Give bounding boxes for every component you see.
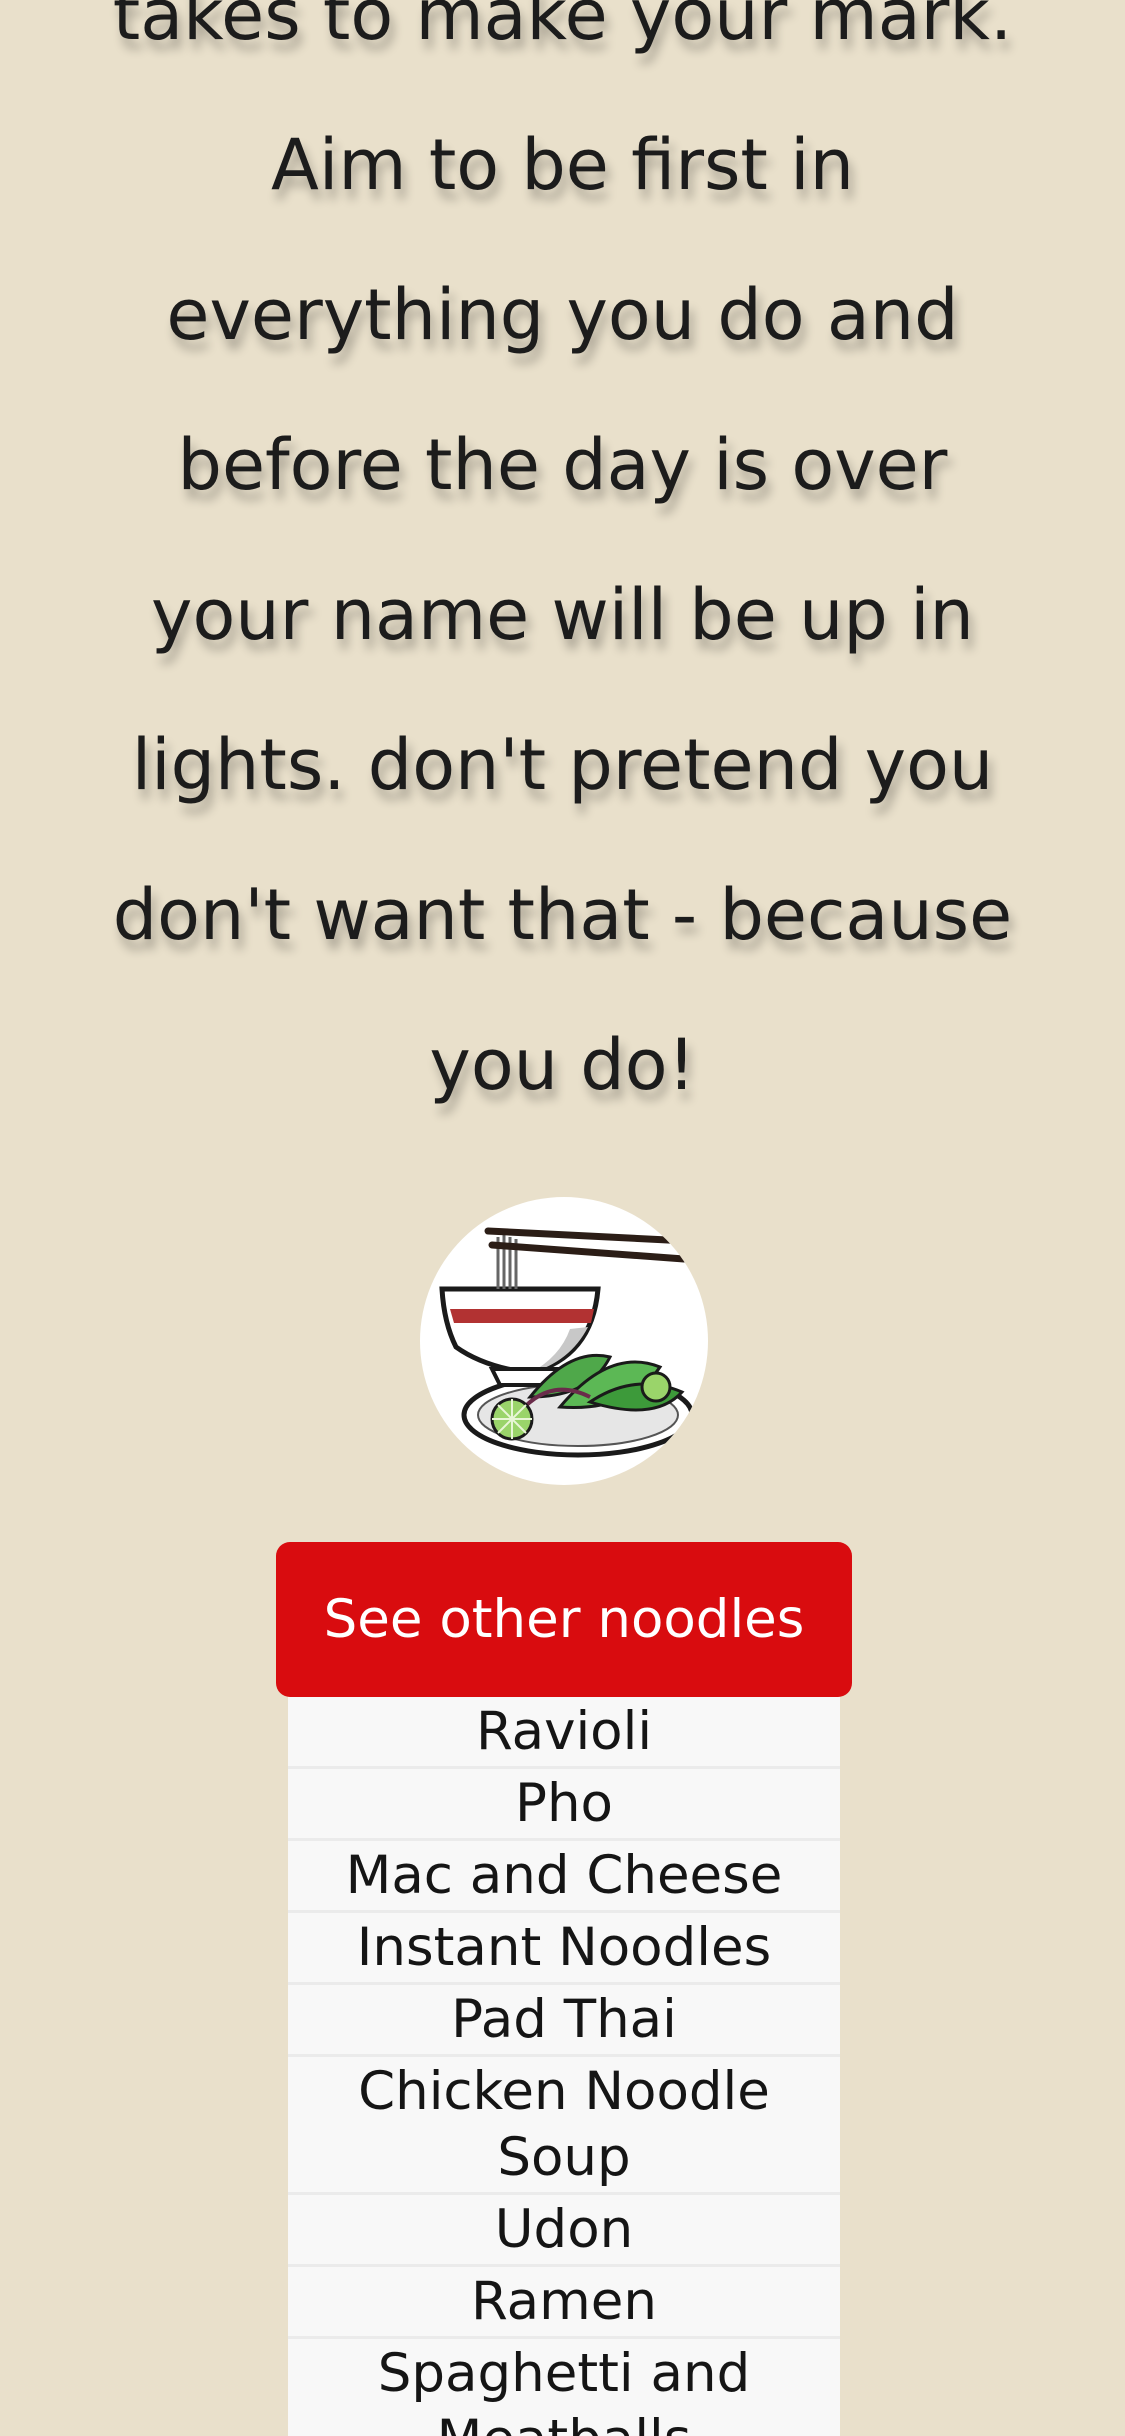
quote-line: your name will be up in (151, 574, 974, 656)
menu-item-instant-noodles[interactable]: Instant Noodles (288, 1913, 840, 1985)
quote-line: don't want that - because (112, 874, 1013, 956)
quote-line: takes to make your mark. (112, 0, 1013, 56)
noodle-menu: Ravioli Pho Mac and Cheese Instant Noodl… (288, 1697, 840, 2436)
menu-item-ravioli[interactable]: Ravioli (288, 1697, 840, 1769)
quote-line: before the day is over (177, 424, 948, 506)
menu-item-ramen[interactable]: Ramen (288, 2267, 840, 2339)
quote-line: lights. don't pretend you (131, 724, 994, 806)
menu-item-pad-thai[interactable]: Pad Thai (288, 1985, 840, 2057)
noodle-logo (420, 1197, 708, 1485)
noodle-bowl-icon (439, 1227, 695, 1458)
menu-item-pho[interactable]: Pho (288, 1769, 840, 1841)
menu-item-spaghetti-and-meatballs[interactable]: Spaghetti and Meatballs (288, 2339, 840, 2436)
quote-line: you do! (429, 1024, 696, 1106)
see-other-noodles-button[interactable]: See other noodles (276, 1542, 852, 1697)
menu-item-chicken-noodle-soup[interactable]: Chicken Noodle Soup (288, 2057, 840, 2195)
menu-item-mac-and-cheese[interactable]: Mac and Cheese (288, 1841, 840, 1913)
quote-line: everything you do and (166, 274, 959, 356)
menu-item-udon[interactable]: Udon (288, 2195, 840, 2267)
page: takes to make your mark. Aim to be first… (0, 0, 1125, 2436)
quote-text: takes to make your mark. Aim to be first… (0, 0, 1125, 1140)
quote-line: Aim to be first in (271, 124, 854, 206)
